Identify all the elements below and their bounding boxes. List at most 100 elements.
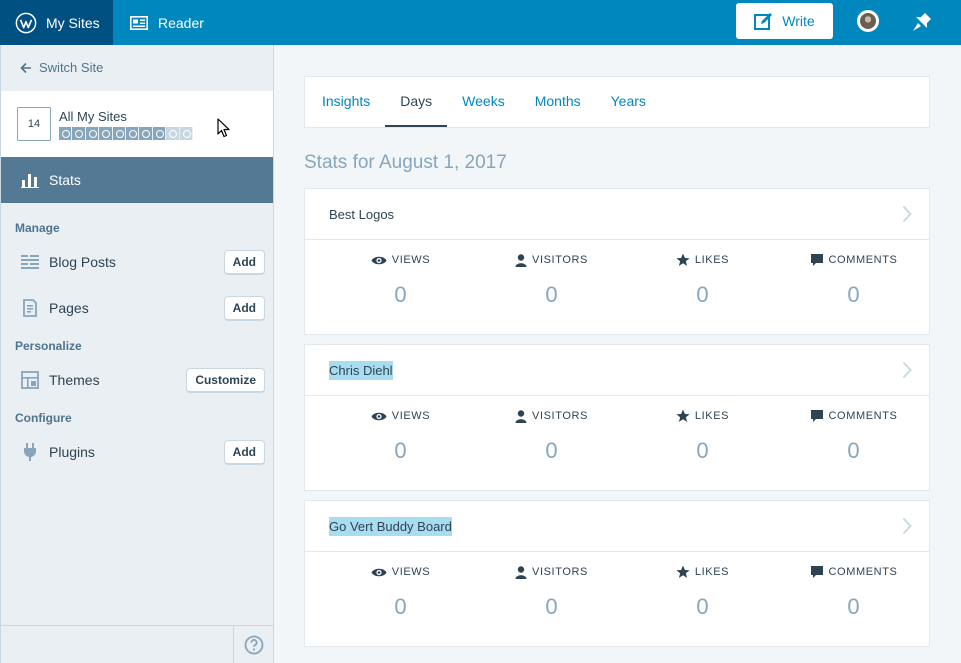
help-button[interactable]	[233, 626, 273, 663]
stat-label: COMMENTS	[828, 410, 898, 422]
site-name: All My Sites	[59, 108, 127, 124]
reader-button[interactable]: Reader	[113, 0, 204, 45]
stat-likes[interactable]: LIKES 0	[627, 240, 778, 308]
stat-value: 0	[545, 594, 558, 619]
stat-likes[interactable]: LIKES 0	[627, 396, 778, 464]
stat-visitors[interactable]: VISITORS 0	[476, 396, 627, 464]
star-icon	[676, 253, 690, 266]
sidebar-item-pages[interactable]: Pages Add	[1, 285, 273, 331]
stat-views[interactable]: VIEWS 0	[325, 396, 476, 464]
all-sites-card[interactable]: 14 All My Sites	[1, 90, 273, 157]
chevron-right-icon	[902, 517, 912, 535]
tab-years[interactable]: Years	[596, 77, 661, 127]
person-icon	[515, 253, 527, 267]
stat-label: COMMENTS	[828, 566, 898, 578]
stat-label: COMMENTS	[828, 254, 898, 266]
stat-label: LIKES	[694, 410, 730, 422]
stat-label: VISITORS	[532, 410, 588, 422]
switch-site-link[interactable]: Switch Site	[1, 45, 273, 90]
stat-visitors[interactable]: VISITORS 0	[476, 240, 627, 308]
site-icons-strip	[59, 126, 193, 140]
tab-months[interactable]: Months	[520, 77, 596, 127]
stat-label: VIEWS	[391, 566, 431, 578]
stat-value: 0	[696, 438, 709, 463]
tab-weeks[interactable]: Weeks	[447, 77, 520, 127]
site-icon	[166, 126, 180, 140]
comment-icon	[810, 254, 823, 266]
site-icon	[99, 126, 113, 140]
section-heading-configure: Configure	[15, 411, 72, 425]
site-panel-title: Go Vert Buddy Board	[329, 516, 452, 536]
stat-label: LIKES	[694, 254, 730, 266]
stat-value: 0	[847, 282, 860, 307]
site-stats-panel: Go Vert Buddy Board VIEWS 0 VISITORS 0 L…	[304, 500, 930, 647]
site-count-badge: 14	[17, 107, 51, 141]
site-panel-header[interactable]: Chris Diehl	[305, 345, 929, 396]
stat-views[interactable]: VIEWS 0	[325, 552, 476, 620]
sidebar-item-blog-posts[interactable]: Blog Posts Add	[1, 239, 273, 285]
tab-days[interactable]: Days	[385, 77, 448, 127]
site-stats-row: VIEWS 0 VISITORS 0 LIKES 0 COMMENTS 0	[305, 240, 929, 308]
page-title: Stats for August 1, 2017	[304, 152, 507, 173]
pages-icon	[23, 299, 37, 317]
period-tabs: Insights Days Weeks Months Years	[304, 76, 930, 128]
sidebar-item-stats[interactable]: Stats	[1, 157, 273, 203]
sidebar-item-label: Themes	[49, 372, 100, 388]
add-plugin-button[interactable]: Add	[223, 439, 265, 465]
stat-value: 0	[545, 438, 558, 463]
site-panel-header[interactable]: Go Vert Buddy Board	[305, 501, 929, 552]
chevron-right-icon	[902, 361, 912, 379]
stats-icon	[21, 174, 39, 188]
main-content: Insights Days Weeks Months Years Stats f…	[304, 45, 930, 656]
stat-likes[interactable]: LIKES 0	[627, 552, 778, 620]
themes-icon	[21, 371, 39, 389]
sidebar-item-label: Blog Posts	[49, 254, 116, 270]
stat-comments[interactable]: COMMENTS 0	[778, 396, 929, 464]
section-heading-manage: Manage	[15, 221, 60, 235]
comment-icon	[810, 410, 823, 422]
stat-value: 0	[394, 594, 407, 619]
site-icon	[112, 126, 126, 140]
stat-value: 0	[847, 594, 860, 619]
site-icon	[152, 126, 167, 140]
stat-views[interactable]: VIEWS 0	[325, 240, 476, 308]
site-icon	[72, 126, 86, 140]
tab-insights[interactable]: Insights	[307, 77, 385, 127]
eye-icon	[371, 256, 387, 264]
stat-visitors[interactable]: VISITORS 0	[476, 552, 627, 620]
write-label: Write	[782, 13, 815, 29]
write-button[interactable]: Write	[736, 3, 833, 39]
stat-label: VIEWS	[391, 410, 431, 422]
arrow-left-icon	[20, 62, 31, 73]
add-post-button[interactable]: Add	[223, 249, 265, 275]
stats-label: Stats	[49, 172, 81, 188]
add-page-button[interactable]: Add	[223, 295, 265, 321]
stat-value: 0	[394, 438, 407, 463]
switch-site-label: Switch Site	[39, 60, 104, 75]
chevron-right-icon	[902, 205, 912, 223]
customize-button[interactable]: Customize	[186, 367, 265, 393]
stat-value: 0	[696, 282, 709, 307]
stat-label: LIKES	[694, 566, 730, 578]
site-panel-title: Chris Diehl	[329, 360, 393, 380]
stat-comments[interactable]: COMMENTS 0	[778, 552, 929, 620]
my-sites-label: My Sites	[46, 14, 100, 31]
sidebar-item-plugins[interactable]: Plugins Add	[1, 429, 273, 475]
stat-value: 0	[545, 282, 558, 307]
notifications-icon[interactable]	[910, 10, 934, 34]
user-avatar[interactable]	[857, 10, 879, 32]
site-icon	[139, 126, 153, 140]
stat-value: 0	[696, 594, 709, 619]
sidebar-item-themes[interactable]: Themes Customize	[1, 357, 273, 403]
site-panel-header[interactable]: Best Logos	[305, 189, 929, 240]
site-icon	[125, 126, 140, 140]
reader-label: Reader	[158, 14, 204, 31]
eye-icon	[371, 568, 387, 576]
star-icon	[676, 409, 690, 422]
mouse-cursor-icon	[217, 118, 230, 138]
site-icon	[85, 126, 100, 140]
site-stats-panel: Chris Diehl VIEWS 0 VISITORS 0 LIKES 0 C…	[304, 344, 930, 491]
my-sites-button[interactable]: My Sites	[0, 0, 113, 45]
comment-icon	[810, 566, 823, 578]
stat-comments[interactable]: COMMENTS 0	[778, 240, 929, 308]
